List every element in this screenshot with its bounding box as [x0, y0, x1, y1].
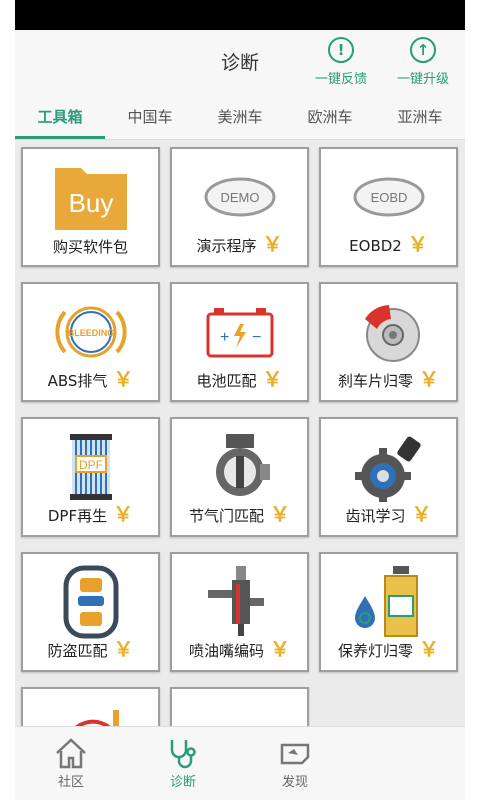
tool-label: DPF再生	[47, 507, 108, 525]
tool-dpf-regen[interactable]: DPF DPF再生 ￥	[21, 417, 160, 537]
tool-label: 演示程序	[196, 237, 257, 255]
status-bar	[15, 0, 465, 30]
tool-throttle-match[interactable]: 节气门匹配 ￥	[170, 417, 309, 537]
category-tabs: 工具箱 中国车 美洲车 欧洲车 亚洲车	[15, 92, 465, 140]
tool-label: 电池匹配	[196, 372, 257, 390]
svg-text:EOBD: EOBD	[370, 190, 407, 205]
app-screen: 诊断 ! 一键反馈 ↑ 一键升级 工具箱 中国车 美洲车 欧洲车 亚洲车 Buy…	[15, 0, 465, 800]
home-icon	[15, 735, 127, 771]
tab-china-cars[interactable]: 中国车	[105, 92, 195, 139]
tool-buy-software[interactable]: Buy 购买软件包	[21, 147, 160, 267]
upgrade-button[interactable]: ↑ 一键升级	[393, 37, 453, 87]
svg-text:+: +	[220, 329, 229, 346]
tab-america-cars[interactable]: 美洲车	[195, 92, 285, 139]
tool-label: 喷油嘴编码	[188, 642, 264, 660]
car-key-icon	[23, 562, 158, 642]
tool-immobilizer[interactable]: 防盗匹配 ￥	[21, 552, 160, 672]
nav-diagnosis[interactable]: 诊断	[127, 727, 239, 800]
stethoscope-icon	[127, 735, 239, 771]
price-icon: ￥	[270, 502, 290, 526]
tool-label: ABS排气	[47, 372, 108, 390]
price-icon: ￥	[411, 502, 432, 526]
gear-sensor-icon	[321, 427, 456, 507]
tool-brake-reset[interactable]: 刹车片归零 ￥	[319, 282, 458, 402]
svg-text:−: −	[252, 329, 261, 346]
throttle-body-icon	[172, 427, 307, 507]
price-icon: ￥	[419, 367, 439, 391]
arrow-up-icon: ↑	[410, 37, 436, 63]
battery-icon: + −	[172, 292, 307, 372]
abs-bleeding-icon: BLEEDING	[23, 292, 158, 372]
tool-label: 刹车片归零	[337, 372, 413, 390]
exclamation-icon: !	[328, 37, 354, 63]
price-icon: ￥	[113, 367, 134, 391]
tool-abs-bleeding[interactable]: BLEEDING ABS排气 ￥	[21, 282, 160, 402]
tool-injector-coding[interactable]: 喷油嘴编码 ￥	[170, 552, 309, 672]
tool-label: 保养灯归零	[337, 642, 413, 660]
tool-oil-reset[interactable]: 保养灯归零 ￥	[319, 552, 458, 672]
nav-community-label: 社区	[57, 775, 84, 790]
tool-eobd2[interactable]: EOBD EOBD2 ￥	[319, 147, 458, 267]
upgrade-label: 一键升级	[396, 72, 449, 87]
oil-reset-icon	[321, 562, 456, 642]
price-icon: ￥	[262, 367, 283, 391]
tab-toolbox[interactable]: 工具箱	[15, 92, 105, 139]
right-margin	[465, 0, 480, 800]
tool-label: 节气门匹配	[188, 507, 264, 525]
svg-text:BLEEDING: BLEEDING	[67, 328, 114, 338]
demo-badge-icon: DEMO	[172, 157, 307, 237]
bottom-nav: 社区 诊断 发现	[15, 726, 465, 800]
tool-label: 防盗匹配	[47, 642, 108, 660]
brake-disc-icon	[321, 292, 456, 372]
price-icon: ￥	[419, 637, 439, 661]
tool-label: 购买软件包	[52, 238, 128, 256]
svg-text:Buy: Buy	[68, 188, 113, 218]
feedback-label: 一键反馈	[314, 72, 367, 87]
tool-demo[interactable]: DEMO 演示程序 ￥	[170, 147, 309, 267]
price-icon: ￥	[113, 502, 134, 526]
feedback-button[interactable]: ! 一键反馈	[311, 37, 371, 87]
price-icon: ￥	[407, 232, 428, 256]
dpf-filter-icon: DPF	[23, 427, 158, 507]
nav-community[interactable]: 社区	[15, 727, 127, 800]
price-icon: ￥	[262, 232, 283, 256]
svg-text:DEMO: DEMO	[220, 190, 259, 205]
buy-folder-icon: Buy	[23, 157, 158, 237]
tool-gear-learn[interactable]: 齿讯学习 ￥	[319, 417, 458, 537]
discover-icon	[239, 735, 351, 771]
header: 诊断 ! 一键反馈 ↑ 一键升级	[15, 30, 465, 92]
nav-diagnosis-label: 诊断	[169, 775, 196, 790]
left-margin	[0, 0, 15, 800]
injector-icon	[172, 562, 307, 642]
tab-asia-cars[interactable]: 亚洲车	[375, 92, 465, 139]
eobd-badge-icon: EOBD	[321, 157, 456, 237]
price-icon: ￥	[270, 637, 290, 661]
tool-battery-match[interactable]: + − 电池匹配 ￥	[170, 282, 309, 402]
nav-discover[interactable]: 发现	[239, 727, 351, 800]
tab-europe-cars[interactable]: 欧洲车	[285, 92, 375, 139]
price-icon: ￥	[113, 637, 134, 661]
tool-label: 齿讯学习	[345, 507, 406, 525]
svg-text:DPF: DPF	[79, 458, 103, 472]
nav-discover-label: 发现	[281, 775, 308, 790]
tool-label: EOBD2	[349, 237, 402, 255]
